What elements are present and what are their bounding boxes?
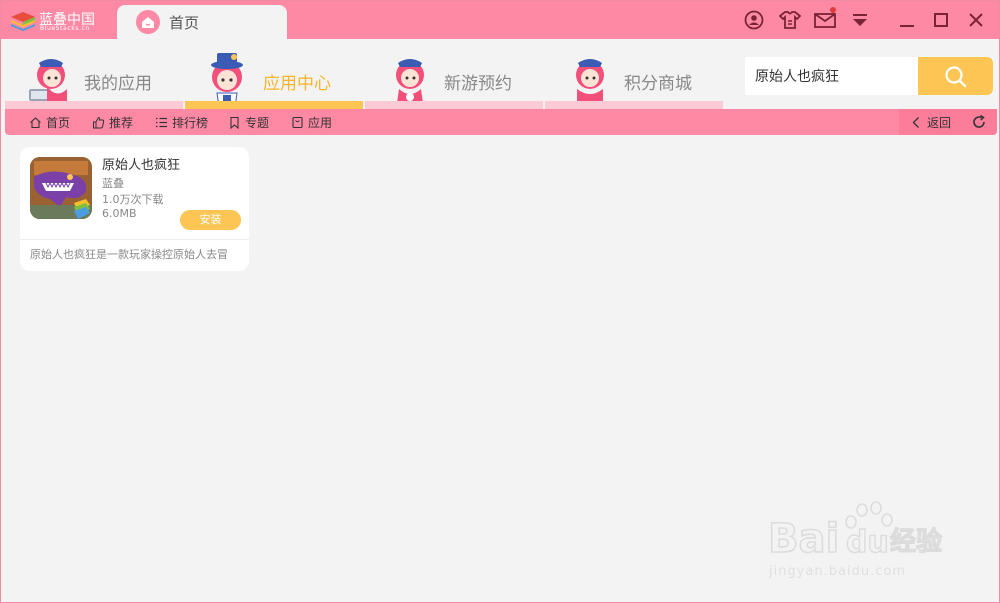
app-icon[interactable] xyxy=(30,157,92,219)
tab-my-apps-label: 我的应用 xyxy=(84,74,152,94)
subnav-home-label: 首页 xyxy=(46,115,71,130)
svg-text:du: du xyxy=(846,525,889,560)
mascot-hat-icon xyxy=(211,53,243,108)
bluestacks-logo: 蓝叠中国 BlueStacks.cn xyxy=(10,8,110,34)
close-icon[interactable] xyxy=(966,10,986,30)
card-divider xyxy=(20,239,249,240)
mail-icon[interactable] xyxy=(814,7,836,30)
subnav-recommend-label: 推荐 xyxy=(109,115,134,130)
tab-my-apps[interactable]: 我的应用 xyxy=(5,39,183,109)
tab-underline-active xyxy=(185,101,363,109)
search-button[interactable] xyxy=(918,57,993,95)
tab-new-game-booking[interactable]: 新游预约 xyxy=(365,39,543,109)
app-description: 原始人也疯狂是一款玩家操控原始人去冒 xyxy=(30,248,228,261)
baidu-jingyan-watermark: Bai du 经验 jingyan.baidu.com xyxy=(766,498,951,588)
game-dino-icon xyxy=(30,157,92,219)
chevron-left-icon xyxy=(912,116,919,128)
tab-underline xyxy=(545,101,723,109)
minimize-icon[interactable] xyxy=(897,10,917,30)
tab-new-game-booking-label: 新游预约 xyxy=(444,74,512,94)
tab-app-center[interactable]: 应用中心 xyxy=(185,39,363,109)
baidu-paw-logo: Bai du 经验 xyxy=(767,501,943,563)
list-icon xyxy=(156,117,167,127)
tab-app-center-label: 应用中心 xyxy=(263,74,331,94)
thumbs-up-icon xyxy=(93,116,105,128)
tab-points-mall-label: 积分商城 xyxy=(624,74,692,94)
back-button[interactable]: 返回 xyxy=(910,113,951,131)
maximize-icon[interactable] xyxy=(931,10,951,30)
title-bar: 蓝叠中国 BlueStacks.cn 首页 xyxy=(1,1,999,39)
home-icon xyxy=(30,116,41,128)
logo-subtitle: BlueStacks.cn xyxy=(40,25,90,32)
subnav-apps-label: 应用 xyxy=(308,115,333,130)
search-input[interactable] xyxy=(745,57,917,95)
mascot-laptop-icon xyxy=(29,59,67,103)
app-box-icon xyxy=(292,116,303,128)
dropdown-menu-icon[interactable] xyxy=(850,10,870,30)
search-box xyxy=(745,57,993,95)
subnav-apps[interactable]: 应用 xyxy=(291,113,332,131)
home-tab-icon xyxy=(136,10,160,34)
skin-shirt-icon[interactable] xyxy=(778,10,802,30)
tab-points-mall[interactable]: 积分商城 xyxy=(545,39,723,109)
home-tab-label: 首页 xyxy=(169,14,200,32)
app-result-card[interactable]: 原始人也疯狂 蓝叠 1.0万次下载 6.0MB 安装 原始人也疯狂是一款玩家操控… xyxy=(20,147,249,271)
subnav-home[interactable]: 首页 xyxy=(29,113,70,131)
app-publisher: 蓝叠 xyxy=(102,177,124,190)
app-downloads: 1.0万次下载 xyxy=(102,193,164,206)
tab-underline xyxy=(5,101,183,109)
bluestacks-logo-icon xyxy=(11,12,35,31)
subnav-topics-label: 专题 xyxy=(245,115,270,130)
svg-text:经验: 经验 xyxy=(890,526,942,557)
back-refresh-zone: 返回 xyxy=(899,109,997,135)
tab-home[interactable]: 首页 xyxy=(117,5,287,39)
mascot-gift-icon xyxy=(576,59,604,103)
subnav-topics[interactable]: 专题 xyxy=(228,113,269,131)
app-size: 6.0MB xyxy=(102,207,137,220)
install-button[interactable]: 安装 xyxy=(180,210,241,230)
search-icon xyxy=(945,66,967,88)
app-name[interactable]: 原始人也疯狂 xyxy=(102,154,180,173)
tab-underline xyxy=(365,101,543,109)
back-label: 返回 xyxy=(927,115,952,130)
refresh-icon[interactable] xyxy=(971,114,987,134)
subnav-ranking[interactable]: 排行榜 xyxy=(155,113,208,131)
watermark-url: jingyan.baidu.com xyxy=(769,564,906,579)
svg-text:Bai: Bai xyxy=(768,516,839,562)
subnav-ranking-label: 排行榜 xyxy=(172,115,209,130)
mascot-cat-icon xyxy=(396,59,424,103)
subnav-recommend[interactable]: 推荐 xyxy=(92,113,133,131)
user-account-icon[interactable] xyxy=(744,10,764,30)
notification-dot xyxy=(830,7,836,13)
app-window: 蓝叠中国 BlueStacks.cn 首页 我的应用 应用中心 新游预约 积分商… xyxy=(0,0,1000,603)
sub-nav-bar: 首页 推荐 排行榜 专题 应用 返回 xyxy=(5,109,997,135)
bookmark-icon xyxy=(230,116,239,129)
